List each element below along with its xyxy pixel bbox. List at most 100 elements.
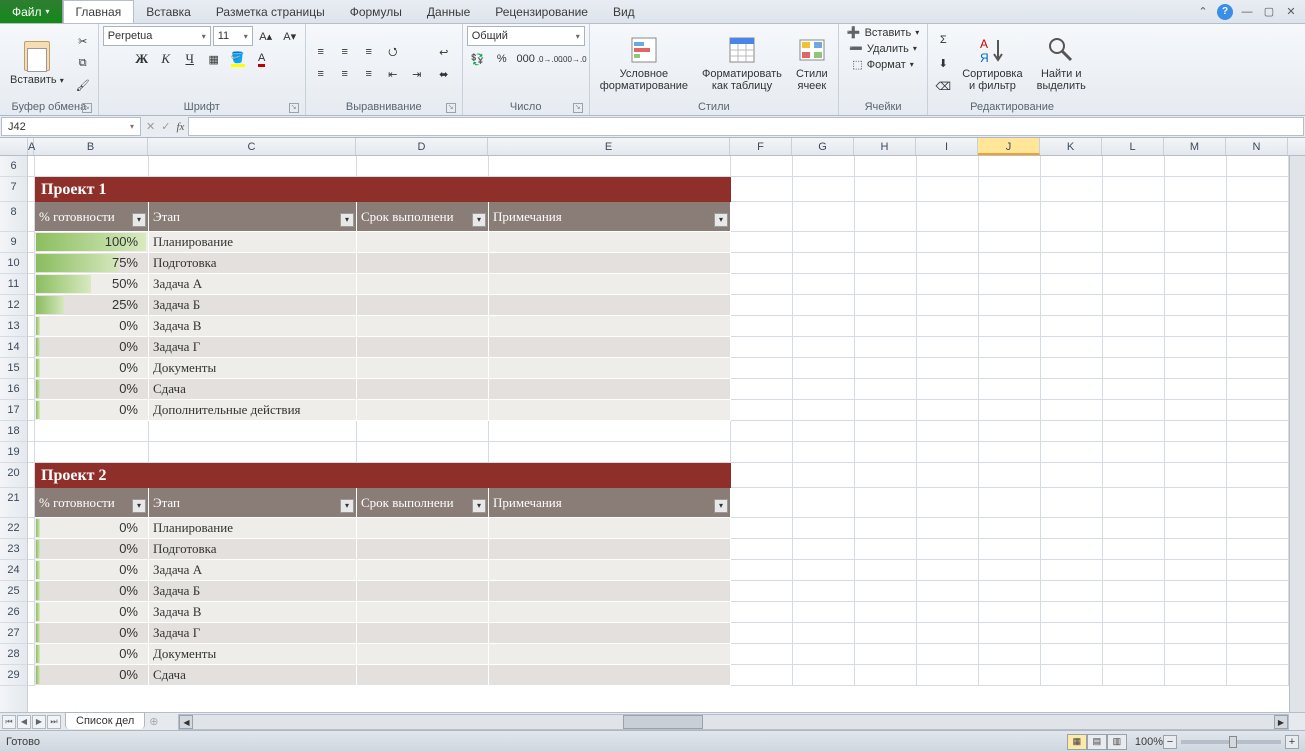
autosum-button[interactable]: Σ: [932, 30, 954, 50]
font-color-button[interactable]: A: [251, 49, 273, 69]
stage-cell[interactable]: Планирование: [149, 232, 357, 253]
col-header[interactable]: N: [1226, 138, 1288, 155]
grow-font-button[interactable]: A▴: [255, 26, 277, 46]
row-header[interactable]: 6: [0, 156, 27, 177]
cancel-icon[interactable]: ✕: [146, 120, 155, 133]
pct-cell[interactable]: 0%: [35, 316, 149, 337]
minimize-icon[interactable]: —: [1239, 4, 1255, 20]
deadline-cell[interactable]: [357, 539, 489, 560]
zoom-in-button[interactable]: +: [1285, 735, 1299, 749]
row-header[interactable]: 26: [0, 602, 27, 623]
stage-cell[interactable]: Планирование: [149, 518, 357, 539]
deadline-cell[interactable]: [357, 400, 489, 421]
comma-button[interactable]: 000: [515, 49, 537, 69]
deadline-cell[interactable]: [357, 665, 489, 686]
bold-button[interactable]: Ж: [131, 49, 153, 69]
stage-cell[interactable]: Задача Г: [149, 337, 357, 358]
file-tab[interactable]: Файл▾: [0, 0, 63, 23]
wrap-text-button[interactable]: ↩: [430, 42, 458, 62]
percent-button[interactable]: %: [491, 49, 513, 69]
col-header[interactable]: E: [488, 138, 730, 155]
fill-color-button[interactable]: 🪣: [227, 49, 249, 69]
help-icon[interactable]: ?: [1217, 4, 1233, 20]
deadline-cell[interactable]: [357, 644, 489, 665]
table-header[interactable]: Этап▾: [149, 202, 357, 232]
deadline-cell[interactable]: [357, 518, 489, 539]
find-select-button[interactable]: Найти и выделить: [1031, 32, 1092, 94]
deadline-cell[interactable]: [357, 337, 489, 358]
row-header[interactable]: 29: [0, 665, 27, 686]
deadline-cell[interactable]: [357, 316, 489, 337]
tab-data[interactable]: Данные: [415, 0, 483, 23]
font-name-combo[interactable]: Perpetua▾: [103, 26, 211, 46]
filter-icon[interactable]: ▾: [340, 213, 354, 227]
tab-pagelayout[interactable]: Разметка страницы: [204, 0, 338, 23]
row-header[interactable]: 15: [0, 358, 27, 379]
insert-cells-button[interactable]: ➕Вставить▾: [843, 26, 923, 39]
cell-styles-button[interactable]: Стили ячеек: [790, 32, 834, 94]
pct-cell[interactable]: 0%: [35, 518, 149, 539]
col-header[interactable]: J: [978, 138, 1040, 155]
pct-cell[interactable]: 0%: [35, 379, 149, 400]
table-header[interactable]: % готовности▾: [35, 488, 149, 518]
stage-cell[interactable]: Документы: [149, 358, 357, 379]
stage-cell[interactable]: Сдача: [149, 379, 357, 400]
notes-cell[interactable]: [489, 581, 731, 602]
close-icon[interactable]: ✕: [1283, 4, 1299, 20]
page-break-view-icon[interactable]: ▥: [1107, 734, 1127, 750]
notes-cell[interactable]: [489, 232, 731, 253]
scroll-left-icon[interactable]: ◀: [179, 715, 193, 729]
normal-view-icon[interactable]: ▦: [1067, 734, 1087, 750]
row-header[interactable]: 14: [0, 337, 27, 358]
table-header[interactable]: Примечания▾: [489, 202, 731, 232]
decrease-indent-button[interactable]: ⇤: [382, 64, 404, 84]
table-header[interactable]: % готовности▾: [35, 202, 149, 232]
col-header[interactable]: H: [854, 138, 916, 155]
row-header[interactable]: 20: [0, 463, 27, 488]
notes-cell[interactable]: [489, 274, 731, 295]
row-header[interactable]: 10: [0, 253, 27, 274]
stage-cell[interactable]: Сдача: [149, 665, 357, 686]
row-header[interactable]: 23: [0, 539, 27, 560]
row-header[interactable]: 25: [0, 581, 27, 602]
col-header[interactable]: B: [34, 138, 148, 155]
fill-button[interactable]: ⬇: [932, 53, 954, 73]
notes-cell[interactable]: [489, 602, 731, 623]
vertical-scrollbar[interactable]: [1289, 156, 1305, 712]
format-painter-button[interactable]: 🖌: [72, 75, 94, 95]
col-header[interactable]: L: [1102, 138, 1164, 155]
copy-button[interactable]: ⧉: [72, 53, 94, 73]
table-header[interactable]: Срок выполнени▾: [357, 488, 489, 518]
row-header[interactable]: 21: [0, 488, 27, 518]
stage-cell[interactable]: Подготовка: [149, 539, 357, 560]
deadline-cell[interactable]: [357, 581, 489, 602]
stage-cell[interactable]: Задача Г: [149, 623, 357, 644]
pct-cell[interactable]: 0%: [35, 560, 149, 581]
clear-button[interactable]: ⌫: [932, 76, 954, 96]
row-header[interactable]: 17: [0, 400, 27, 421]
stage-cell[interactable]: Задача В: [149, 316, 357, 337]
notes-cell[interactable]: [489, 337, 731, 358]
pct-cell[interactable]: 0%: [35, 644, 149, 665]
conditional-format-button[interactable]: Условное форматирование: [594, 32, 694, 94]
pct-cell[interactable]: 0%: [35, 400, 149, 421]
row-header[interactable]: 9: [0, 232, 27, 253]
merge-center-button[interactable]: ⬌: [430, 64, 458, 84]
filter-icon[interactable]: ▾: [714, 213, 728, 227]
underline-button[interactable]: Ч: [179, 49, 201, 69]
next-sheet-icon[interactable]: ▶: [32, 715, 46, 729]
row-header[interactable]: 28: [0, 644, 27, 665]
align-right-button[interactable]: ≡: [358, 64, 380, 84]
filter-icon[interactable]: ▾: [340, 499, 354, 513]
restore-icon[interactable]: ▢: [1261, 4, 1277, 20]
deadline-cell[interactable]: [357, 253, 489, 274]
pct-cell[interactable]: 0%: [35, 539, 149, 560]
align-bottom-button[interactable]: ≡: [358, 42, 380, 62]
deadline-cell[interactable]: [357, 232, 489, 253]
align-middle-button[interactable]: ≡: [334, 42, 356, 62]
page-layout-view-icon[interactable]: ▤: [1087, 734, 1107, 750]
deadline-cell[interactable]: [357, 379, 489, 400]
accounting-button[interactable]: 💱: [467, 49, 489, 69]
row-header[interactable]: 16: [0, 379, 27, 400]
horizontal-scrollbar[interactable]: ◀ ▶: [178, 714, 1289, 730]
